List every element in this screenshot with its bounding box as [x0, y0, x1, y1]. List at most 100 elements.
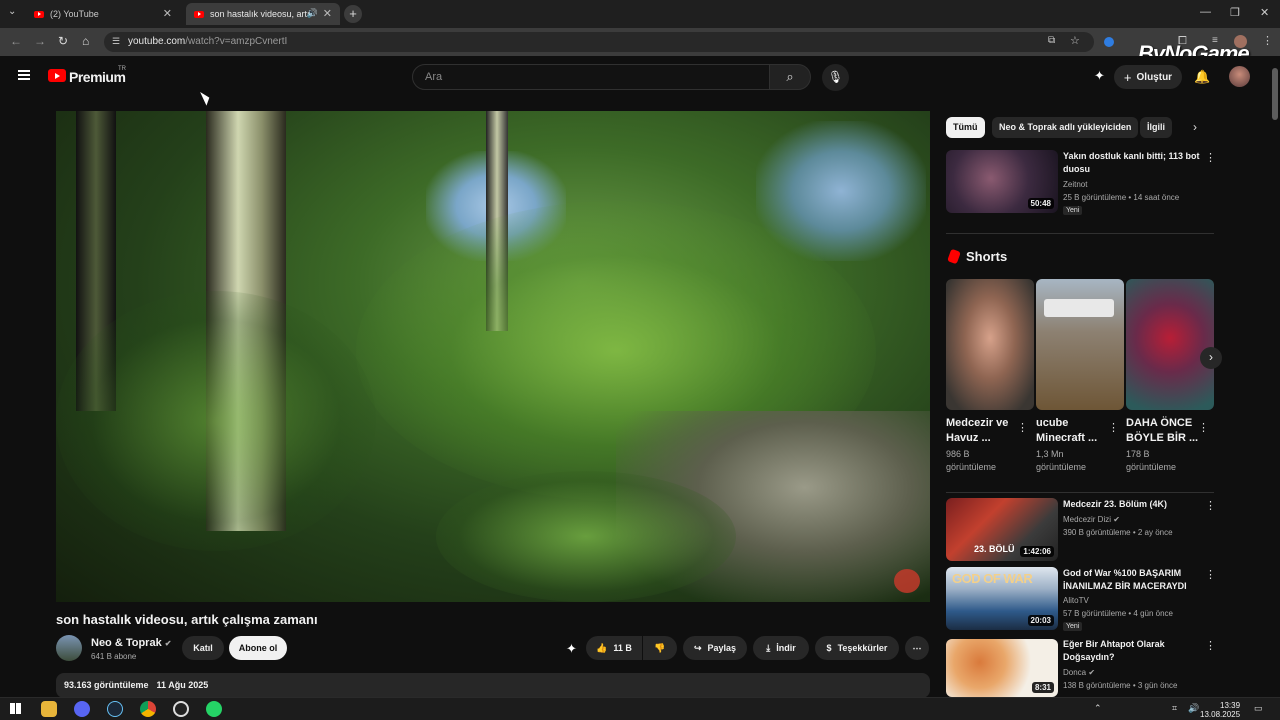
channel-avatar[interactable] [56, 635, 82, 661]
site-info-icon[interactable]: ☰ [112, 36, 120, 47]
short-thumbnail[interactable] [946, 279, 1034, 410]
short-thumbnail[interactable] [1036, 279, 1124, 410]
page-scrollbar[interactable] [1270, 56, 1280, 698]
kebab-menu-icon[interactable]: ⋮ [1205, 151, 1216, 164]
video-meta: 57 B görüntüleme • 4 gün önce [1063, 609, 1173, 618]
tab-search-icon[interactable]: ⌄ [8, 6, 16, 17]
channel-name-text: Donca [1063, 668, 1087, 677]
video-thumbnail[interactable]: 50:48 [946, 150, 1058, 213]
dislike-button[interactable]: 👎 [643, 636, 677, 660]
bookmark-star-icon[interactable]: ☆ [1070, 34, 1080, 47]
back-icon[interactable]: ← [10, 34, 22, 48]
close-tab-icon[interactable]: ✕ [163, 7, 172, 20]
thanks-button[interactable]: $ Teşekkürler [815, 636, 899, 660]
chip-all[interactable]: Tümü [946, 117, 985, 138]
kebab-menu-icon[interactable]: ⋮ [1017, 421, 1028, 434]
tab-youtube-home[interactable]: (2) YouTube ✕ [26, 3, 180, 25]
speaker-icon[interactable]: 🔊 [307, 8, 318, 19]
minimize-icon[interactable]: — [1200, 6, 1211, 18]
home-icon[interactable]: ⌂ [82, 34, 89, 48]
tab-title: (2) YouTube [50, 9, 99, 19]
system-clock[interactable]: 13:39 13.08.2025 [1200, 701, 1240, 719]
title-line: İNANILMAZ BİR MACERAYDI [1063, 581, 1187, 591]
notifications-bell-icon[interactable]: 🔔 [1194, 69, 1210, 85]
youtube-premium-brand[interactable]: Premium [69, 69, 126, 85]
chip-related[interactable]: İlgili [1140, 117, 1172, 138]
windows-start-icon[interactable] [10, 703, 21, 714]
new-badge: Yeni [1063, 206, 1083, 215]
discord-icon[interactable] [74, 701, 90, 717]
search-button[interactable]: ⌕ [769, 64, 811, 90]
video-thumbnail[interactable]: GOD OF WAR 20:03 [946, 567, 1058, 630]
video-thumbnail[interactable]: 23. BÖLÜ 1:42:06 [946, 498, 1058, 561]
tray-overflow-icon[interactable]: ⌃ [1094, 703, 1102, 714]
like-button[interactable]: 👍 11 B [586, 636, 642, 660]
short-thumbnail[interactable] [1126, 279, 1214, 410]
chips-next-icon[interactable]: › [1193, 120, 1197, 134]
voice-search-button[interactable]: 🎙 [822, 64, 849, 91]
channel-name[interactable]: Neo & Toprak ✔ [91, 637, 171, 649]
more-actions-button[interactable]: ⋯ [905, 636, 929, 660]
steam-icon[interactable] [107, 701, 123, 717]
whatsapp-icon[interactable] [206, 701, 222, 717]
subscriber-count: 641 B abone [91, 652, 137, 661]
forward-icon[interactable]: → [34, 34, 46, 48]
shorts-next-button[interactable]: › [1200, 347, 1222, 369]
join-button[interactable]: Katıl [182, 636, 224, 660]
chip-from-uploader[interactable]: Neo & Toprak adlı yükleyiciden [992, 117, 1139, 138]
obs-icon[interactable] [173, 701, 189, 717]
shorts-logo-icon [947, 248, 961, 265]
install-app-icon[interactable]: ⧉ [1048, 35, 1055, 46]
short-title[interactable]: Medcezir ve Havuz ... [946, 416, 1008, 446]
tab-current-video[interactable]: son hastalık videosu, artık ç 🔊 ✕ [186, 3, 340, 25]
hamburger-menu-icon[interactable] [18, 70, 30, 80]
youtube-logo-icon[interactable] [48, 69, 66, 82]
video-title[interactable]: Eğer Bir Ahtapot Olarak Doğsaydın? [1063, 638, 1203, 664]
kebab-menu-icon[interactable]: ⋮ [1108, 421, 1119, 434]
video-title[interactable]: Medcezir 23. Bölüm (4K) [1063, 498, 1203, 511]
cast-icon[interactable]: ✦ [1094, 68, 1105, 84]
extension-icon[interactable] [1104, 37, 1114, 47]
short-views: 178 B görüntüleme [1126, 448, 1176, 474]
account-avatar[interactable] [1229, 66, 1250, 87]
video-player[interactable] [56, 111, 930, 602]
network-icon[interactable]: ⌗ [1172, 703, 1177, 714]
address-bar[interactable]: ☰ youtube.com/watch?v=amzpCvnertI ⧉ ☆ [104, 32, 1094, 52]
short-title[interactable]: ucube Minecraft ... [1036, 416, 1097, 446]
short-title[interactable]: DAHA ÖNCE BÖYLE BİR ... [1126, 416, 1198, 446]
video-thumbnail[interactable]: 8:31 [946, 639, 1058, 697]
channel-name[interactable]: Zeitnot [1063, 178, 1087, 191]
kebab-menu-icon[interactable]: ⋮ [1205, 639, 1216, 652]
search-box[interactable] [412, 64, 770, 90]
close-tab-icon[interactable]: ✕ [323, 7, 332, 20]
browser-toolbar: ← → ↻ ⌂ ☰ youtube.com/watch?v=amzpCvnert… [0, 28, 1280, 56]
description-box[interactable]: 93.163 görüntüleme 11 Ağu 2025 [56, 673, 930, 698]
kebab-menu-icon[interactable]: ⋮ [1198, 421, 1209, 434]
channel-name[interactable]: AlitoTV [1063, 594, 1089, 607]
volume-icon[interactable]: 🔊 [1188, 703, 1199, 714]
close-window-icon[interactable]: ✕ [1260, 6, 1269, 19]
video-title[interactable]: God of War %100 BAŞARIM İNANILMAZ BİR MAC… [1063, 567, 1208, 593]
kebab-menu-icon[interactable]: ⋮ [1205, 499, 1216, 512]
video-title[interactable]: Yakın dostluk kanlı bitti; 113 bot duosu [1063, 150, 1203, 176]
notification-center-icon[interactable]: ▭ [1254, 703, 1263, 714]
restore-icon[interactable]: ❐ [1230, 6, 1240, 19]
new-tab-button[interactable]: + [344, 5, 362, 23]
browser-menu-icon[interactable]: ⋮ [1262, 34, 1273, 47]
kebab-menu-icon[interactable]: ⋮ [1205, 568, 1216, 581]
subscribe-button[interactable]: Abone ol [229, 636, 287, 660]
reload-icon[interactable]: ↻ [58, 34, 68, 48]
channel-name[interactable]: Medcezir Dizi ✔ [1063, 513, 1120, 526]
chrome-icon[interactable] [140, 701, 156, 717]
scrollbar-thumb[interactable] [1272, 68, 1278, 120]
create-button[interactable]: + Oluştur [1114, 65, 1182, 89]
channel-name-text: Medcezir Dizi [1063, 515, 1112, 524]
share-button[interactable]: ↪ Paylaş [683, 636, 747, 660]
title-line: BÖYLE BİR ... [1126, 432, 1199, 444]
clip-sparkle-icon[interactable]: ✦ [566, 641, 577, 657]
file-explorer-icon[interactable] [41, 701, 57, 717]
views-line: 1,3 Mn [1036, 449, 1064, 459]
channel-name[interactable]: Donca ✔ [1063, 666, 1095, 679]
search-input[interactable] [413, 65, 769, 89]
download-button[interactable]: ⤓ İndir [753, 636, 809, 660]
